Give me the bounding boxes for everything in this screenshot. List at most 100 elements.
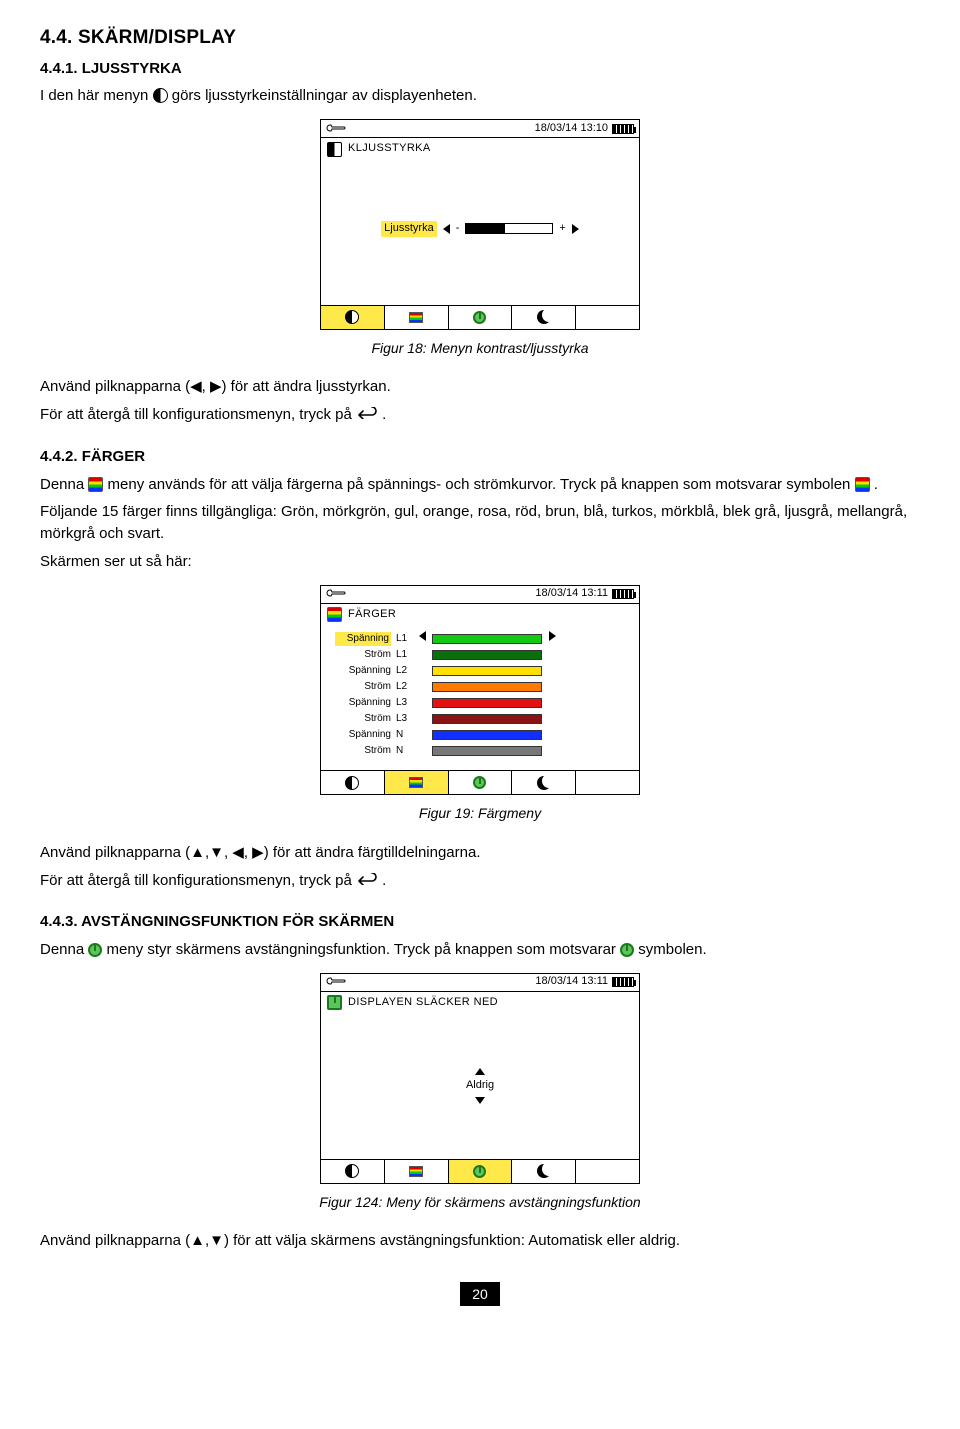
back-a: För att återgå till konfigurationsmenyn,… [40,872,356,889]
foot-empty-button[interactable] [575,771,639,794]
intro-441-a: I den här menyn [40,87,153,104]
wrench-icon [326,124,348,134]
fig19-device: 18/03/14 13:11 FÄRGER SpänningL1StrömL1S… [320,585,640,796]
foot-colors-button[interactable] [384,771,448,794]
arrow-up-icon[interactable] [475,1068,485,1075]
color-swatch[interactable] [432,666,542,676]
color-row[interactable]: Spänning N [335,727,625,742]
back-b: . [382,872,386,889]
foot-power-button[interactable] [448,771,512,794]
return-icon [356,406,382,423]
foot-night-button[interactable] [511,771,575,794]
fig19-headbar: 18/03/14 13:11 [321,586,639,604]
color-row-channel: N [396,744,412,759]
wrench-icon [326,589,348,599]
power-icon [473,776,486,789]
fig124-titlebar: DISPLAYEN SLÄCKER NED [321,992,639,1014]
back-a: För att återgå till konfigurationsmenyn,… [40,406,356,423]
foot-colors-button[interactable] [384,1160,448,1183]
fig19-footbar [321,770,639,794]
color-row-channel: L2 [396,664,412,679]
moon-icon [537,310,551,324]
arrow-right-icon[interactable] [547,631,557,647]
p442-a: Denna [40,476,88,493]
colors-icon [409,777,423,788]
color-row-name: Spänning [335,632,391,647]
colors-icon [855,477,870,492]
fig18-title: KLJUSSTYRKA [348,141,431,157]
wrench-icon [326,977,348,987]
return-icon [356,872,382,889]
minus-label: - [456,221,460,237]
color-swatch[interactable] [432,714,542,724]
color-row-channel: L3 [396,696,412,711]
color-row-name: Spänning [335,696,391,711]
color-swatch[interactable] [432,698,542,708]
power-icon [620,943,634,957]
use-arrows-ud: Använd pilknapparna (▲,▼) för att välja … [40,1230,920,1252]
foot-contrast-button[interactable] [321,1160,384,1183]
color-row[interactable]: SpänningL1 [335,631,625,646]
back-to-config-19: För att återgå till konfigurationsmenyn,… [40,870,920,892]
foot-empty-button[interactable] [575,1160,639,1183]
foot-contrast-button[interactable] [321,771,384,794]
color-row[interactable]: Ström N [335,743,625,758]
power-icon [327,995,342,1010]
shutdown-value: Aldrig [466,1078,494,1094]
arrow-left-icon[interactable] [443,224,450,234]
foot-night-button[interactable] [511,1160,575,1183]
brightness-bar[interactable] [465,223,553,234]
color-row-name: Ström [335,680,391,695]
color-swatch[interactable] [432,730,542,740]
contrast-icon [327,142,342,157]
moon-icon [537,776,551,790]
color-row[interactable]: StrömL1 [335,647,625,662]
foot-power-button[interactable] [448,1160,512,1183]
color-row-name: Spänning [335,664,391,679]
color-swatch[interactable] [432,746,542,756]
fig124-headbar: 18/03/14 13:11 [321,974,639,992]
colors-icon [409,1166,423,1177]
color-row-channel: L2 [396,680,412,695]
colors-icon [327,607,342,622]
p442-c: . [874,476,878,493]
color-swatch[interactable] [432,650,542,660]
color-row[interactable]: Ström L2 [335,679,625,694]
fig19-titlebar: FÄRGER [321,604,639,626]
foot-night-button[interactable] [511,306,575,329]
moon-icon [537,1164,551,1178]
foot-contrast-button[interactable] [321,306,384,329]
color-row[interactable]: Spänning L3 [335,695,625,710]
fig18-caption: Figur 18: Menyn kontrast/ljusstyrka [40,338,920,358]
color-row[interactable]: Spänning L2 [335,663,625,678]
fig19-caption: Figur 19: Färgmeny [40,803,920,823]
fig124-title: DISPLAYEN SLÄCKER NED [348,995,498,1011]
contrast-icon [153,88,168,103]
color-row-channel: N [396,728,412,743]
plus-label: + [559,221,565,237]
color-row-name: Spänning [335,728,391,743]
use-arrows-lr: Använd pilknapparna (◀, ▶) för att ändra… [40,376,920,398]
screen-looks: Skärmen ser ut så här: [40,551,920,573]
arrow-down-icon[interactable] [475,1097,485,1104]
arrow-right-icon[interactable] [572,224,579,234]
color-row-name: Ström [335,744,391,759]
color-swatch[interactable] [432,634,542,644]
use-arrows-all: Använd pilknapparna (▲,▼, ◀, ▶) för att … [40,842,920,864]
p443-c: symbolen. [638,941,706,958]
foot-empty-button[interactable] [575,306,639,329]
fig18-footbar [321,305,639,329]
p443-intro: Denna meny styr skärmens avstängningsfun… [40,939,920,961]
color-row[interactable]: StrömL3 [335,711,625,726]
color-row-name: Ström [335,648,391,663]
power-icon [473,311,486,324]
fig18-device: 18/03/14 13:10 KLJUSSTYRKA Ljusstyrka - … [320,119,640,330]
back-b: . [382,406,386,423]
foot-power-button[interactable] [448,306,512,329]
intro-441-b: görs ljusstyrkeinställningar av displaye… [172,87,477,104]
color-swatch[interactable] [432,682,542,692]
foot-colors-button[interactable] [384,306,448,329]
fig124-caption: Figur 124: Meny för skärmens avstängning… [40,1192,920,1212]
intro-441: I den här menyn görs ljusstyrkeinställni… [40,85,920,107]
arrow-left-icon[interactable] [417,631,427,647]
